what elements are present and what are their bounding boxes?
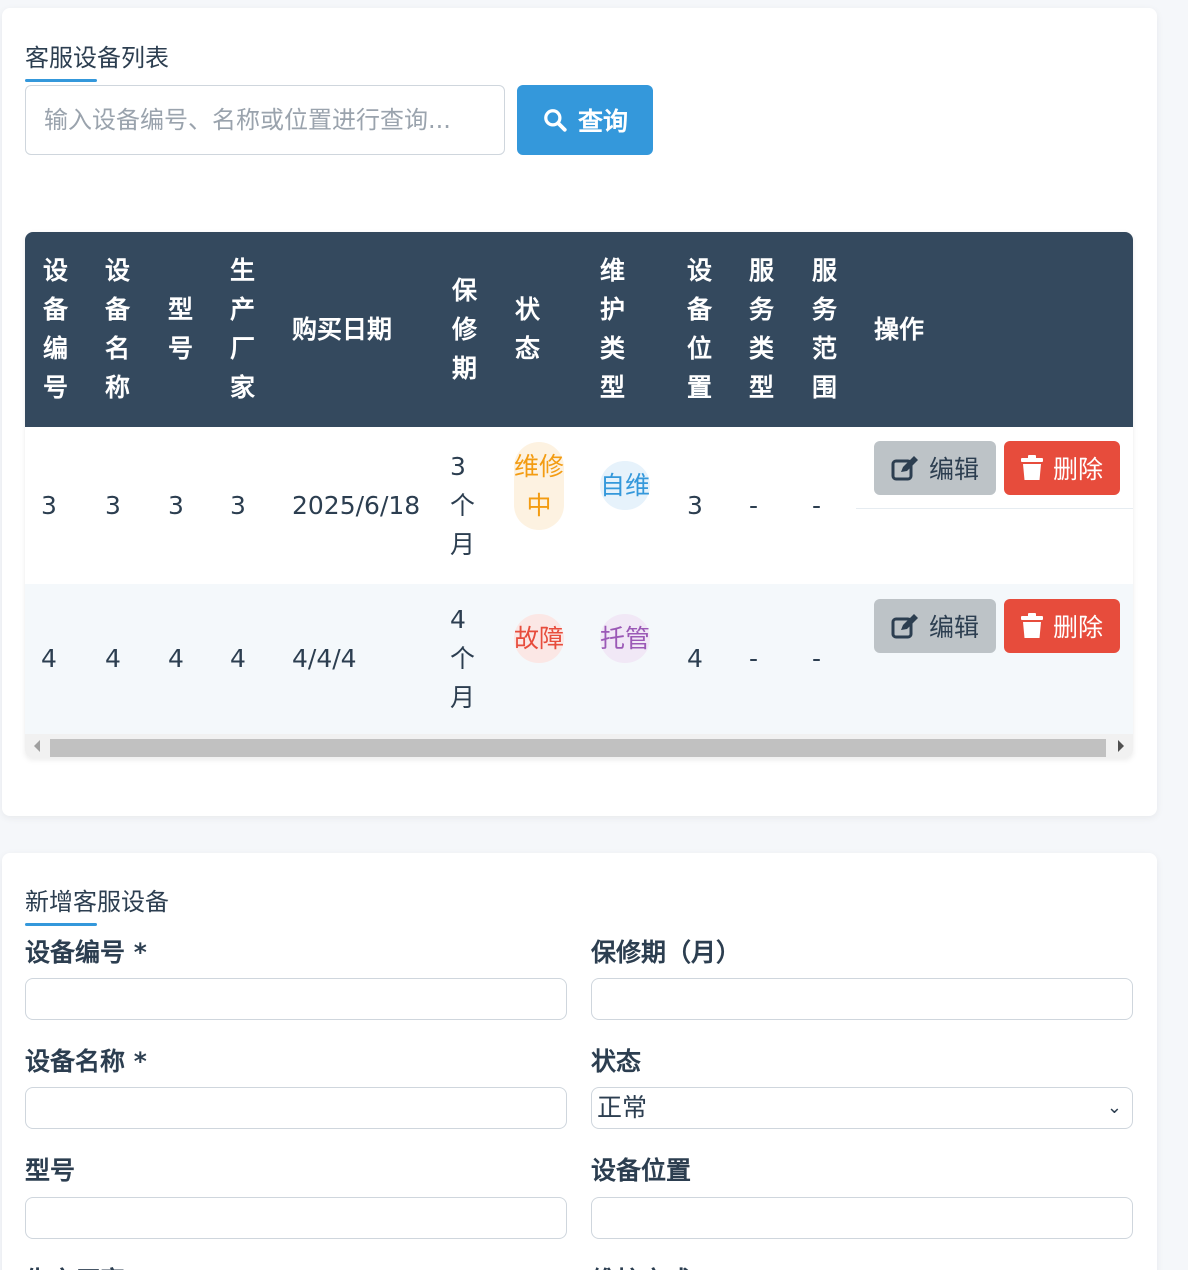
list-section-title: 客服设备列表 bbox=[25, 38, 169, 82]
warranty-label: 保修期（月） bbox=[591, 938, 742, 967]
cell-warranty: 4个月 bbox=[450, 605, 476, 712]
status-select[interactable]: 正常 ⌄ bbox=[591, 1087, 1133, 1129]
edit-button[interactable]: 编辑 bbox=[874, 599, 996, 653]
row-divider bbox=[856, 508, 1133, 509]
cell-service-scope: - bbox=[812, 491, 822, 520]
header-location: 设备位置 bbox=[687, 256, 713, 402]
edit-icon bbox=[891, 614, 918, 639]
header-status: 状态 bbox=[515, 295, 541, 363]
cell-model: 3 bbox=[168, 491, 184, 520]
cell-service-scope: - bbox=[812, 644, 822, 673]
title-underline bbox=[25, 923, 97, 926]
header-service-scope: 服务范围 bbox=[812, 256, 838, 402]
cell-manufacturer: 4 bbox=[230, 644, 246, 673]
cell-manufacturer: 3 bbox=[230, 491, 246, 520]
device-list-card: 客服设备列表 查询 设备编号 设备名称 型号 生产厂家 购买日期 保修期 状态 … bbox=[2, 8, 1157, 816]
edit-button-label: 编辑 bbox=[928, 613, 979, 642]
device-name-field[interactable] bbox=[25, 1087, 567, 1129]
delete-button[interactable]: 删除 bbox=[1004, 599, 1120, 653]
location-field[interactable] bbox=[591, 1197, 1133, 1239]
cell-device-name: 3 bbox=[105, 491, 121, 520]
table-row: 4 4 4 4 4/4/4 4个月 故障 托管 4 - - 编辑 删除 bbox=[25, 584, 1133, 734]
scrollbar-thumb[interactable] bbox=[50, 739, 1106, 757]
maintenance-type-badge: 托管 bbox=[600, 614, 650, 663]
delete-button-label: 删除 bbox=[1052, 455, 1103, 484]
header-purchase-date: 购买日期 bbox=[292, 315, 393, 344]
edit-icon bbox=[891, 456, 918, 481]
form-section-title: 新增客服设备 bbox=[25, 882, 169, 926]
model-field[interactable] bbox=[25, 1197, 567, 1239]
title-underline bbox=[25, 79, 97, 82]
header-model: 型号 bbox=[168, 295, 194, 363]
delete-button[interactable]: 删除 bbox=[1004, 441, 1120, 495]
cell-device-name: 4 bbox=[105, 644, 121, 673]
header-manufacturer: 生产厂家 bbox=[230, 256, 256, 402]
header-service-type: 服务类型 bbox=[749, 256, 775, 402]
table-header: 设备编号 设备名称 型号 生产厂家 购买日期 保修期 状态 维护类型 设备位置 … bbox=[25, 232, 1133, 427]
device-name-label: 设备名称 * bbox=[25, 1047, 147, 1076]
status-badge: 故障 bbox=[514, 614, 564, 663]
maintenance-method-label: 维护方式 bbox=[591, 1261, 691, 1270]
search-button[interactable]: 查询 bbox=[517, 85, 653, 155]
cell-device-id: 4 bbox=[41, 644, 57, 673]
search-button-label: 查询 bbox=[577, 107, 628, 136]
trash-icon bbox=[1020, 455, 1043, 480]
cell-device-id: 3 bbox=[41, 491, 57, 520]
cell-service-type: - bbox=[749, 644, 759, 673]
status-select-value: 正常 bbox=[597, 1093, 648, 1122]
cell-location: 3 bbox=[687, 491, 703, 520]
horizontal-scrollbar[interactable] bbox=[25, 734, 1133, 758]
header-warranty: 保修期 bbox=[452, 276, 478, 383]
location-label: 设备位置 bbox=[591, 1156, 692, 1185]
search-input[interactable] bbox=[25, 85, 505, 155]
trash-icon bbox=[1020, 613, 1043, 638]
device-id-label: 设备编号 * bbox=[25, 938, 147, 967]
header-actions: 操作 bbox=[874, 315, 925, 344]
edit-button[interactable]: 编辑 bbox=[874, 441, 996, 495]
device-id-field[interactable] bbox=[25, 978, 567, 1020]
scroll-left-arrow-icon[interactable] bbox=[34, 740, 40, 752]
search-icon bbox=[544, 109, 567, 132]
manufacturer-label: 生产厂家 bbox=[25, 1261, 125, 1270]
maintenance-type-badge: 自维 bbox=[600, 461, 650, 510]
delete-button-label: 删除 bbox=[1052, 613, 1103, 642]
cell-location: 4 bbox=[687, 644, 703, 673]
warranty-field[interactable] bbox=[591, 978, 1133, 1020]
status-label: 状态 bbox=[591, 1047, 642, 1076]
table-row: 3 3 3 3 2025/6/18 3个月 维修中 自维 3 - - 编辑 删除 bbox=[25, 427, 1133, 584]
model-label: 型号 bbox=[25, 1156, 76, 1185]
add-device-card: 新增客服设备 设备编号 * 保修期（月） 设备名称 * 状态 正常 ⌄ 型号 设… bbox=[2, 853, 1157, 1270]
header-device-id: 设备编号 bbox=[43, 256, 69, 402]
header-maintenance-type: 维护类型 bbox=[600, 256, 626, 402]
device-table: 设备编号 设备名称 型号 生产厂家 购买日期 保修期 状态 维护类型 设备位置 … bbox=[25, 232, 1133, 758]
cell-purchase-date: 4/4/4 bbox=[292, 644, 357, 673]
header-device-name: 设备名称 bbox=[105, 256, 131, 402]
cell-service-type: - bbox=[749, 491, 759, 520]
cell-warranty: 3个月 bbox=[450, 452, 476, 559]
edit-button-label: 编辑 bbox=[928, 455, 979, 484]
cell-purchase-date: 2025/6/18 bbox=[292, 491, 421, 520]
status-badge: 维修中 bbox=[514, 442, 564, 530]
chevron-down-icon: ⌄ bbox=[1106, 1097, 1122, 1118]
scroll-right-arrow-icon[interactable] bbox=[1118, 740, 1124, 752]
cell-model: 4 bbox=[168, 644, 184, 673]
